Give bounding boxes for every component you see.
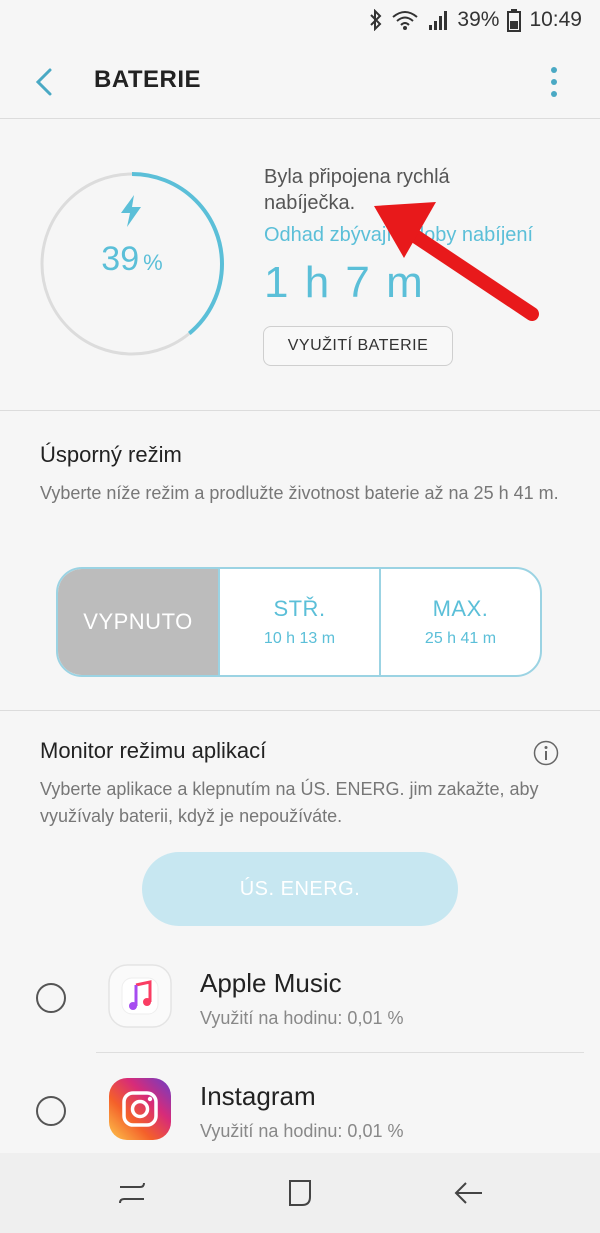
battery-percentage: 39% bbox=[38, 240, 226, 279]
app-usage: Využití na hodinu: 0,01 % bbox=[200, 1121, 404, 1141]
more-options-button[interactable] bbox=[544, 64, 564, 100]
app-bar: BATERIE bbox=[0, 44, 600, 118]
power-save-button[interactable]: ÚS. ENERG. bbox=[142, 852, 458, 926]
wifi-icon bbox=[392, 11, 419, 30]
list-divider bbox=[96, 1052, 584, 1053]
section-divider bbox=[0, 710, 600, 711]
battery-usage-button[interactable]: VYUŽITÍ BATERIE bbox=[263, 326, 453, 366]
mode-medium[interactable]: STŘ. 10 h 13 m bbox=[218, 569, 379, 675]
status-icons: 39% 10:49 bbox=[369, 8, 582, 32]
back-arrow-icon bbox=[35, 68, 52, 96]
app-usage: Využití na hodinu: 0,01 % bbox=[200, 1008, 404, 1028]
mode-off-label: VYPNUTO bbox=[83, 609, 193, 634]
info-icon[interactable] bbox=[533, 740, 559, 766]
section-divider bbox=[0, 410, 600, 411]
app-select-radio[interactable] bbox=[36, 983, 66, 1013]
mode-off[interactable]: VYPNUTO bbox=[58, 569, 218, 675]
list-item[interactable]: Instagram Využití na hodinu: 0,01 % bbox=[0, 1055, 600, 1165]
app-monitor-title: Monitor režimu aplikací bbox=[40, 738, 267, 763]
back-button[interactable] bbox=[28, 62, 68, 102]
saving-mode-description: Vyberte níže režim a prodlužte životnost… bbox=[40, 483, 559, 503]
app-name: Instagram bbox=[200, 1081, 316, 1111]
list-item[interactable]: Apple Music Využití na hodinu: 0,01 % bbox=[0, 942, 600, 1052]
mode-medium-label: STŘ. bbox=[273, 596, 326, 621]
bluetooth-icon bbox=[370, 9, 382, 31]
mode-max[interactable]: MAX. 25 h 41 m bbox=[379, 569, 540, 675]
battery-percentage-value: 39 bbox=[101, 240, 140, 278]
mode-max-label: MAX. bbox=[432, 596, 489, 621]
app-monitor-description: Vyberte aplikace a klepnutím na ÚS. ENER… bbox=[40, 779, 539, 826]
app-name: Apple Music bbox=[200, 968, 342, 998]
app-select-radio[interactable] bbox=[36, 1096, 66, 1126]
back-nav-icon[interactable] bbox=[450, 1175, 486, 1211]
battery-percentage-symbol: % bbox=[143, 250, 163, 275]
header-divider bbox=[0, 118, 600, 119]
status-bar: 39% 10:49 bbox=[0, 0, 600, 44]
more-vert-icon bbox=[551, 67, 557, 97]
signal-icon bbox=[429, 11, 448, 30]
charging-bolt-icon bbox=[121, 195, 141, 227]
instagram-icon bbox=[109, 1078, 171, 1140]
battery-icon bbox=[507, 9, 522, 32]
mode-medium-time: 10 h 13 m bbox=[263, 630, 336, 647]
saving-mode-title: Úsporný režim bbox=[40, 442, 182, 467]
clock: 10:49 bbox=[529, 8, 582, 31]
saving-mode-selector: VYPNUTO STŘ. 10 h 13 m MAX. 25 h 41 m bbox=[56, 567, 542, 677]
battery-percent: 39% bbox=[457, 8, 500, 31]
page-title: BATERIE bbox=[94, 66, 202, 93]
home-icon[interactable] bbox=[282, 1175, 318, 1211]
apple-music-icon bbox=[108, 964, 172, 1028]
navigation-bar bbox=[0, 1153, 600, 1233]
annotation-arrow bbox=[374, 202, 539, 321]
mode-max-time: 25 h 41 m bbox=[424, 630, 497, 647]
recent-apps-icon[interactable] bbox=[114, 1175, 150, 1211]
